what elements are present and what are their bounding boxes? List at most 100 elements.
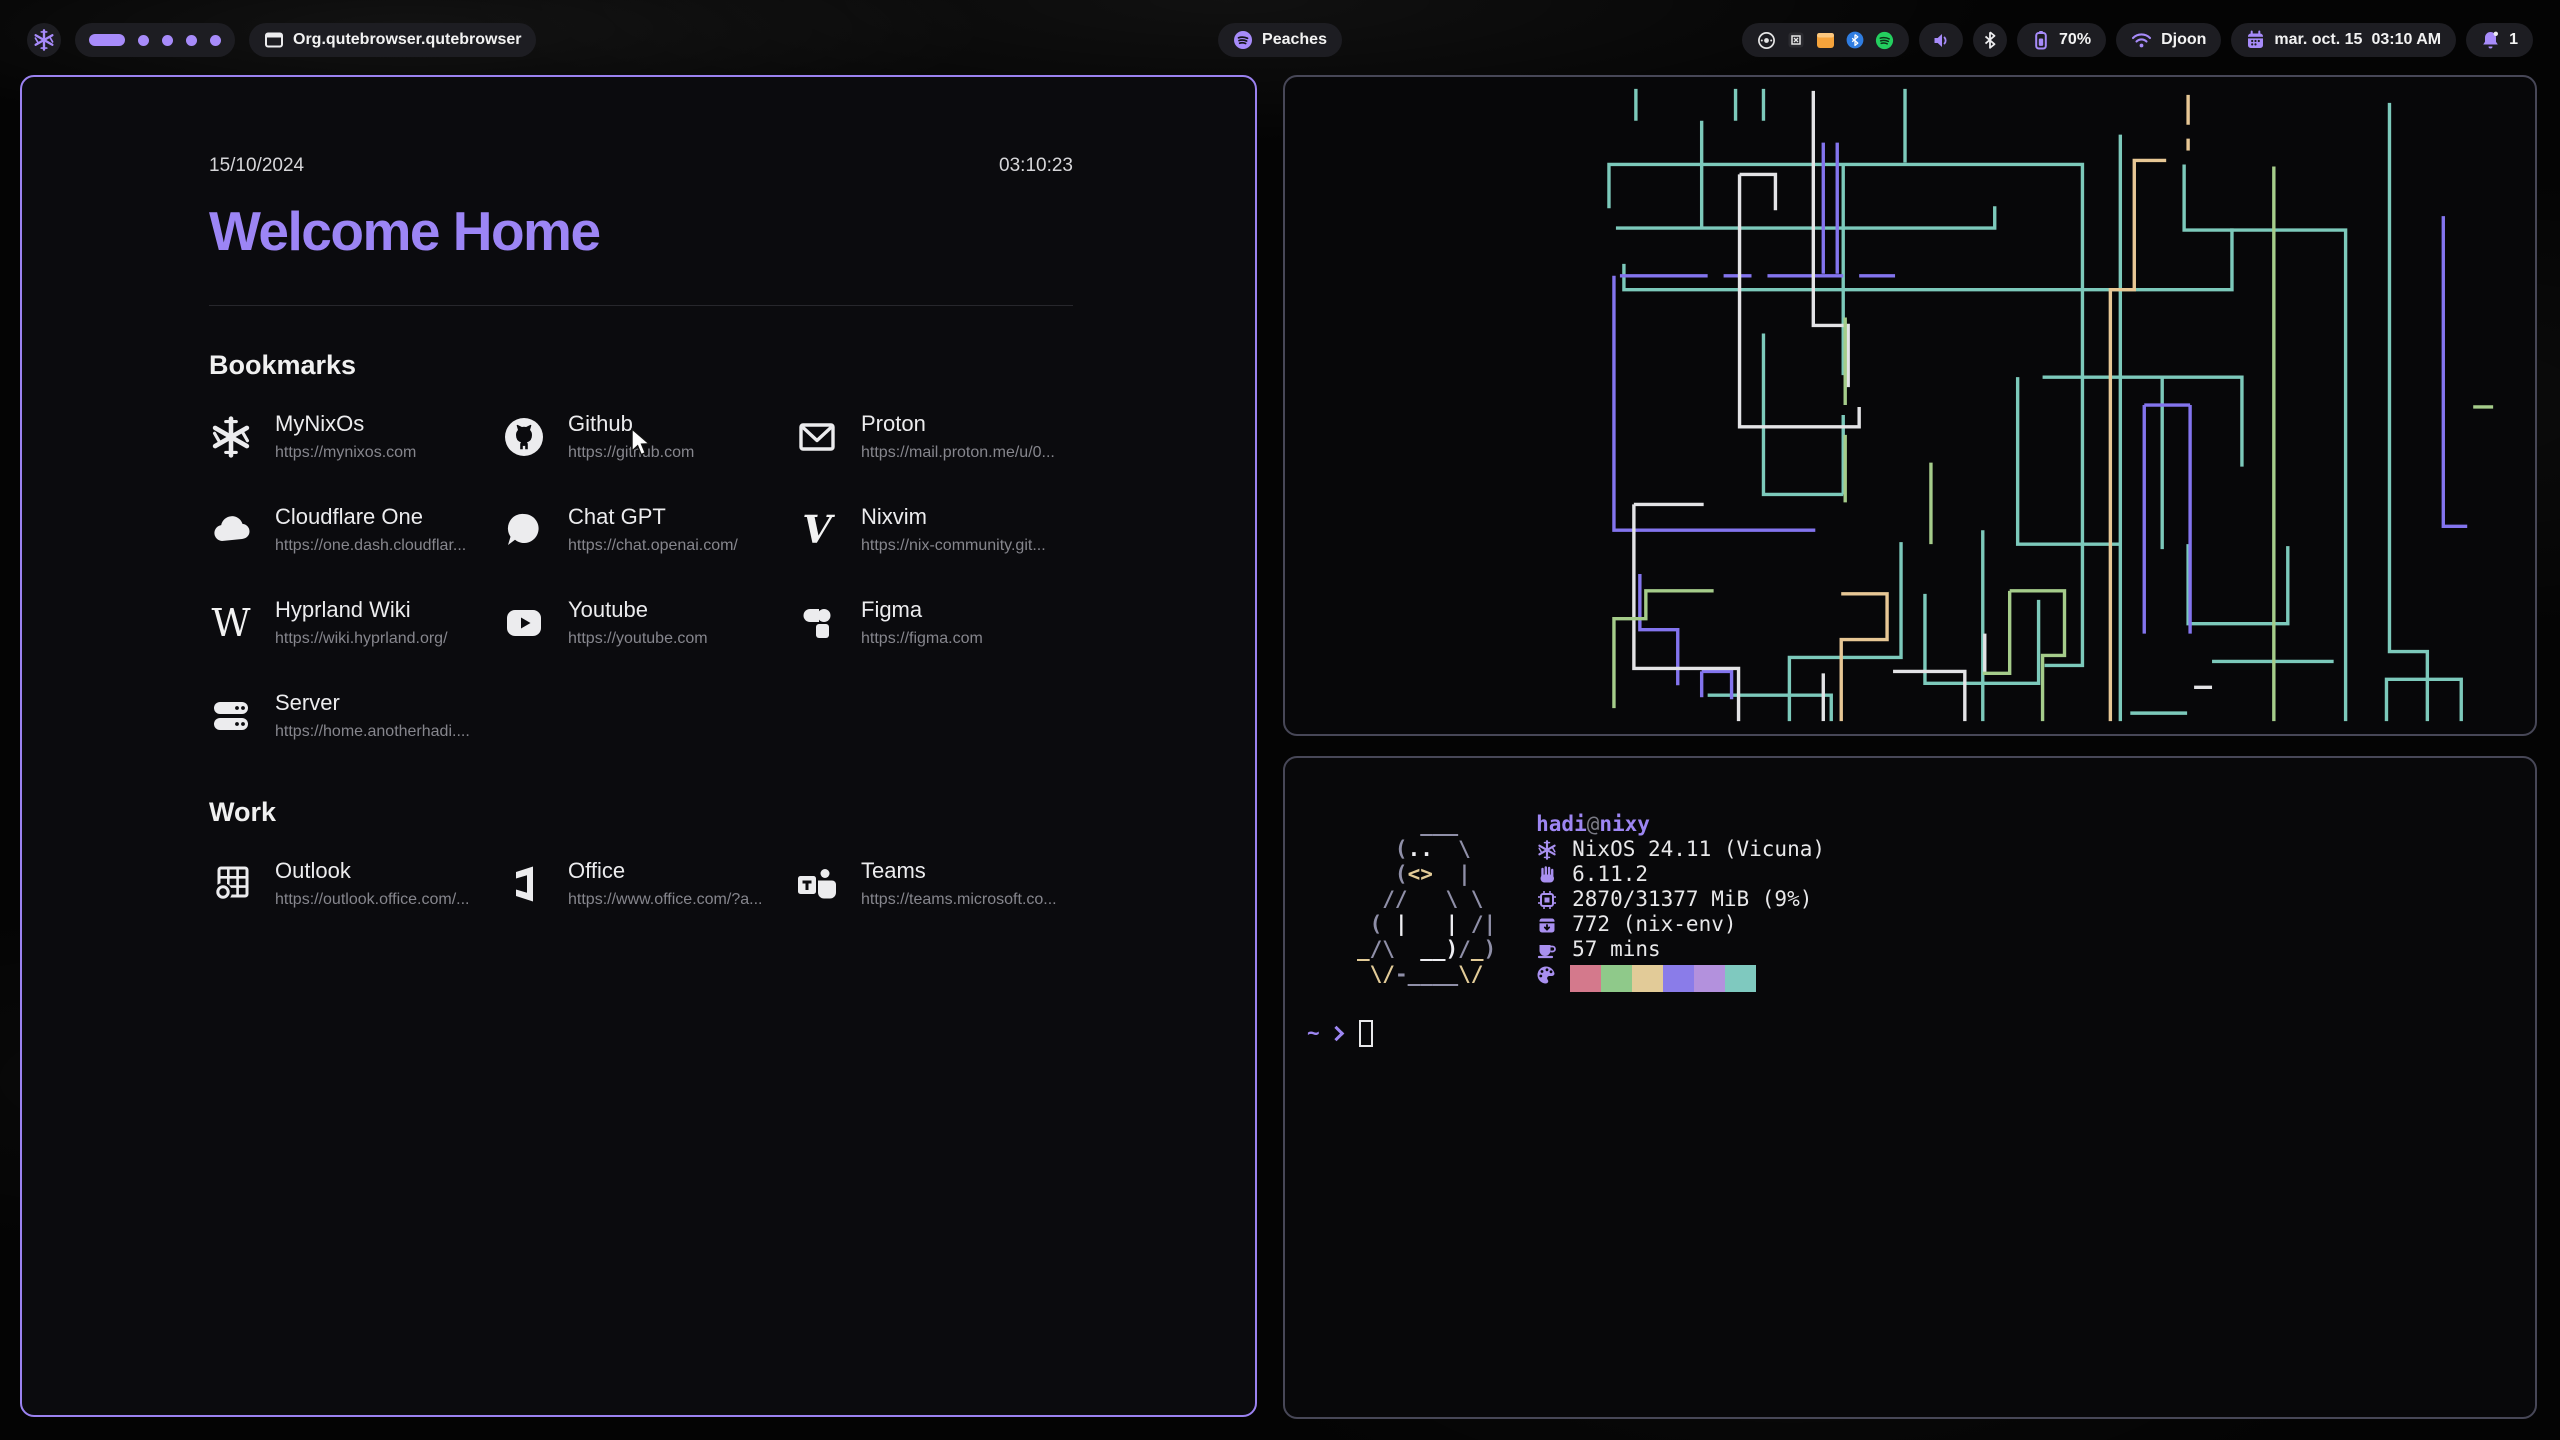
figma-icon bbox=[795, 601, 839, 645]
wifi-icon bbox=[2131, 31, 2152, 49]
volume-pill[interactable] bbox=[1919, 23, 1963, 57]
section-heading-bookmarks: Bookmarks bbox=[209, 350, 1073, 381]
browser-window: 15/10/2024 03:10:23 Welcome Home Bookmar… bbox=[20, 75, 1257, 1417]
bookmark-url: https://youtube.com bbox=[568, 630, 708, 648]
clipboard-manager-tray-icon[interactable] bbox=[1787, 31, 1805, 49]
bar-left-cluster: Org.qutebrowser.qutebrowser bbox=[27, 23, 536, 57]
pipes-terminal-window bbox=[1283, 75, 2537, 736]
clock-date: mar. oct. 15 bbox=[2274, 31, 2362, 49]
color-swatch bbox=[1725, 965, 1756, 992]
bookmark-mynixos[interactable]: MyNixOshttps://mynixos.com bbox=[209, 411, 502, 462]
server-icon bbox=[209, 694, 253, 738]
startpage-clock: 03:10:23 bbox=[999, 155, 1073, 177]
wifi-ssid: Djoon bbox=[2161, 31, 2206, 49]
bookmark-label: Nixvim bbox=[861, 504, 1046, 530]
workspace-active[interactable] bbox=[89, 34, 125, 46]
calendar-icon bbox=[2246, 30, 2265, 50]
bookmark-label: Office bbox=[568, 858, 762, 884]
bookmark-label: Teams bbox=[861, 858, 1057, 884]
user-name: hadi bbox=[1536, 812, 1587, 836]
color-swatch bbox=[1694, 965, 1725, 992]
fetch-value: 57 mins bbox=[1572, 937, 1661, 962]
battery-percent: 70% bbox=[2059, 31, 2091, 49]
speaker-icon bbox=[1932, 31, 1951, 50]
bookmark-url: https://teams.microsoft.co... bbox=[861, 891, 1057, 909]
notifications-pill[interactable]: 1 bbox=[2466, 23, 2533, 57]
bookmark-youtube[interactable]: Youtubehttps://youtube.com bbox=[502, 597, 795, 648]
workspace-dot[interactable] bbox=[162, 35, 173, 46]
bookmark-label: Hyprland Wiki bbox=[275, 597, 448, 623]
bookmark-url: https://nix-community.git... bbox=[861, 537, 1046, 555]
fetch-value: 6.11.2 bbox=[1572, 862, 1648, 887]
bookmark-url: https://home.anotherhadi.... bbox=[275, 723, 470, 741]
spotify-tray-icon[interactable] bbox=[1875, 31, 1894, 50]
startpage-date: 15/10/2024 bbox=[209, 155, 304, 177]
bluetooth-pill[interactable] bbox=[1973, 23, 2007, 57]
workspace-indicator[interactable] bbox=[75, 23, 235, 57]
notification-count: 1 bbox=[2509, 31, 2518, 49]
bookmark-url: https://wiki.hyprland.org/ bbox=[275, 630, 448, 648]
bookmark-label: MyNixOs bbox=[275, 411, 416, 437]
youtube-icon bbox=[502, 601, 546, 645]
user-host: hadi@nixy bbox=[1536, 812, 1825, 837]
terminal-window: ___ (.. \ (<> | // \ \ ( | | /| _/\ __)/… bbox=[1283, 756, 2537, 1419]
workspace-dot[interactable] bbox=[138, 35, 149, 46]
cloudflare-icon bbox=[209, 508, 253, 552]
active-window-title: Org.qutebrowser.qutebrowser bbox=[293, 31, 521, 49]
bookmark-server[interactable]: Server https://home.anotherhadi.... bbox=[209, 690, 502, 741]
network-pill[interactable]: Djoon bbox=[2116, 23, 2221, 57]
active-window-pill[interactable]: Org.qutebrowser.qutebrowser bbox=[249, 23, 536, 57]
status-bar: Org.qutebrowser.qutebrowser Peaches 70% … bbox=[27, 23, 2533, 57]
mynixos-icon bbox=[209, 415, 253, 459]
teams-icon bbox=[795, 862, 839, 906]
bookmark-label: Figma bbox=[861, 597, 983, 623]
fetch-row: 2870/31377 MiB (9%) bbox=[1536, 887, 1825, 912]
bookmark-url: https://figma.com bbox=[861, 630, 983, 648]
color-swatch bbox=[1601, 965, 1632, 992]
github-icon bbox=[502, 415, 546, 459]
clock-time: 03:10 AM bbox=[2371, 31, 2441, 49]
packages-icon bbox=[1536, 915, 1558, 935]
bookmark-chat-gpt[interactable]: Chat GPThttps://chat.openai.com/ bbox=[502, 504, 795, 555]
bookmark-label: Cloudflare One bbox=[275, 504, 466, 530]
nix-icon bbox=[1536, 840, 1558, 860]
kernel-icon bbox=[1536, 865, 1558, 885]
fetch-row: 57 mins bbox=[1536, 937, 1825, 962]
launcher-button[interactable] bbox=[27, 23, 61, 57]
bookmark-label: Outlook bbox=[275, 858, 469, 884]
bookmark-teams[interactable]: Teams https://teams.microsoft.co... bbox=[795, 858, 1088, 909]
fetch-row: 6.11.2 bbox=[1536, 862, 1825, 887]
bookmark-label: Server bbox=[275, 690, 470, 716]
battery-pill[interactable]: 70% bbox=[2017, 23, 2106, 57]
bookmark-figma[interactable]: Figma https://figma.com bbox=[795, 597, 1088, 648]
bluetooth-manager-tray-icon[interactable] bbox=[1846, 31, 1864, 49]
fetch-row: NixOS 24.11 (Vicuna) bbox=[1536, 837, 1825, 862]
bookmark-office[interactable]: Officehttps://www.office.com/?a... bbox=[502, 858, 795, 909]
window-icon bbox=[264, 30, 284, 50]
bookmark-nixvim[interactable]: VNixvimhttps://nix-community.git... bbox=[795, 504, 1088, 555]
bookmark-url: https://chat.openai.com/ bbox=[568, 537, 738, 555]
fetch-value: NixOS 24.11 (Vicuna) bbox=[1572, 837, 1825, 862]
file-manager-tray-icon[interactable] bbox=[1816, 32, 1835, 49]
office-icon bbox=[502, 862, 546, 906]
workspace-dot[interactable] bbox=[210, 35, 221, 46]
fetch-row: 772 (nix-env) bbox=[1536, 912, 1825, 937]
pipes-screensaver bbox=[1285, 77, 2535, 734]
fetch-value: 772 (nix-env) bbox=[1572, 912, 1736, 937]
bookmark-proton[interactable]: Proton https://mail.proton.me/u/0... bbox=[795, 411, 1088, 462]
fastfetch-info: hadi@nixy NixOS 24.11 (Vicuna)6.11.22870… bbox=[1536, 812, 1825, 992]
workspace-dot[interactable] bbox=[186, 35, 197, 46]
wiki-icon: W bbox=[209, 601, 253, 645]
bookmark-label: Proton bbox=[861, 411, 1055, 437]
clock-pill[interactable]: mar. oct. 15 03:10 AM bbox=[2231, 23, 2456, 57]
media-track-label: Peaches bbox=[1262, 31, 1327, 49]
media-player-pill[interactable]: Peaches bbox=[1218, 23, 1342, 57]
bookmark-outlook[interactable]: Outlookhttps://outlook.office.com/... bbox=[209, 858, 502, 909]
bookmark-url: https://mail.proton.me/u/0... bbox=[861, 444, 1055, 462]
color-swatch bbox=[1632, 965, 1663, 992]
bookmark-cloudflare-one[interactable]: Cloudflare Onehttps://one.dash.cloudflar… bbox=[209, 504, 502, 555]
bluetooth-icon bbox=[1982, 31, 1998, 49]
mouse-cursor bbox=[630, 428, 656, 458]
bookmark-hyprland-wiki[interactable]: W Hyprland Wiki https://wiki.hyprland.org/ bbox=[209, 597, 502, 648]
screen-recorder-tray-icon[interactable] bbox=[1757, 31, 1776, 50]
